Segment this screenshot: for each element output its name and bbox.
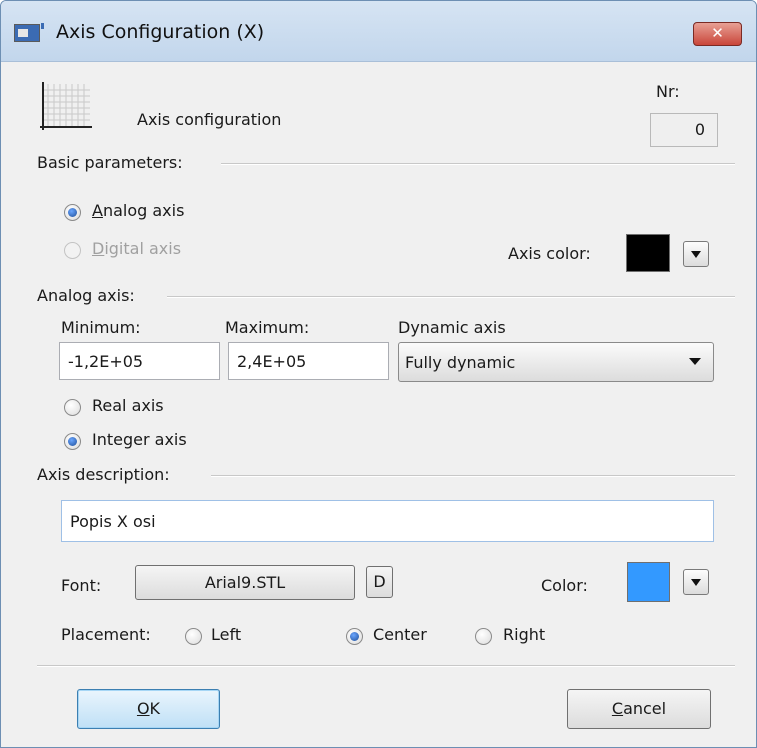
close-button[interactable]: ✕ <box>693 22 742 46</box>
analog-axis-radio-label[interactable]: Analog axis <box>92 201 184 220</box>
text-color-dropdown-button[interactable] <box>683 569 709 595</box>
chevron-down-icon <box>689 358 701 365</box>
footer-divider <box>37 665 735 667</box>
close-icon: ✕ <box>711 24 724 42</box>
placement-left-radio[interactable] <box>185 628 202 645</box>
axis-description-divider <box>211 475 735 477</box>
dynamic-axis-label: Dynamic axis <box>398 318 506 337</box>
digital-axis-radio-label[interactable]: Digital axis <box>92 239 181 258</box>
basic-parameters-divider <box>221 163 735 165</box>
axis-description-group-label: Axis description: <box>37 465 170 484</box>
real-axis-radio-label[interactable]: Real axis <box>92 396 164 415</box>
font-label: Font: <box>61 576 102 595</box>
analog-axis-group-label: Analog axis: <box>37 286 135 305</box>
d-button[interactable]: D <box>366 566 393 598</box>
placement-label: Placement: <box>61 625 151 644</box>
title-bar: Axis Configuration (X) ✕ <box>1 1 756 62</box>
font-button[interactable]: Arial9.STL <box>135 565 355 600</box>
minimum-label: Minimum: <box>61 318 141 337</box>
text-color-swatch[interactable] <box>627 562 670 602</box>
placement-right-radio[interactable] <box>475 628 492 645</box>
integer-axis-radio[interactable] <box>64 433 81 450</box>
integer-axis-radio-label[interactable]: Integer axis <box>92 430 187 449</box>
analog-axis-radio[interactable] <box>64 204 81 221</box>
axis-color-label: Axis color: <box>508 244 591 263</box>
dynamic-axis-value: Fully dynamic <box>405 352 516 372</box>
basic-parameters-group-label: Basic parameters: <box>37 153 183 172</box>
dynamic-axis-select[interactable]: Fully dynamic <box>398 342 714 382</box>
nr-label: Nr: <box>656 82 680 101</box>
cancel-button[interactable]: Cancel <box>567 689 711 729</box>
analog-axis-divider <box>167 296 735 298</box>
window-title: Axis Configuration (X) <box>56 21 265 43</box>
digital-axis-radio[interactable] <box>64 242 81 259</box>
placement-right-label[interactable]: Right <box>503 625 545 644</box>
axis-configuration-dialog: Axis Configuration (X) ✕ Axis configurat… <box>0 0 757 748</box>
color-label: Color: <box>541 576 588 595</box>
nr-field: 0 <box>650 113 718 147</box>
axis-grid-icon <box>40 82 92 130</box>
axis-color-swatch[interactable] <box>626 234 670 272</box>
ok-button[interactable]: OK <box>77 689 220 729</box>
real-axis-radio[interactable] <box>64 399 81 416</box>
placement-center-radio[interactable] <box>346 628 363 645</box>
app-window-icon <box>14 23 44 42</box>
axis-configuration-label: Axis configuration <box>137 110 282 129</box>
axis-description-input[interactable]: Popis X osi <box>61 500 714 542</box>
minimum-input[interactable]: -1,2E+05 <box>59 342 220 380</box>
axis-color-dropdown-button[interactable] <box>683 241 709 267</box>
maximum-label: Maximum: <box>225 318 310 337</box>
maximum-input[interactable]: 2,4E+05 <box>228 342 389 380</box>
placement-center-label[interactable]: Center <box>373 625 427 644</box>
placement-left-label[interactable]: Left <box>211 625 241 644</box>
